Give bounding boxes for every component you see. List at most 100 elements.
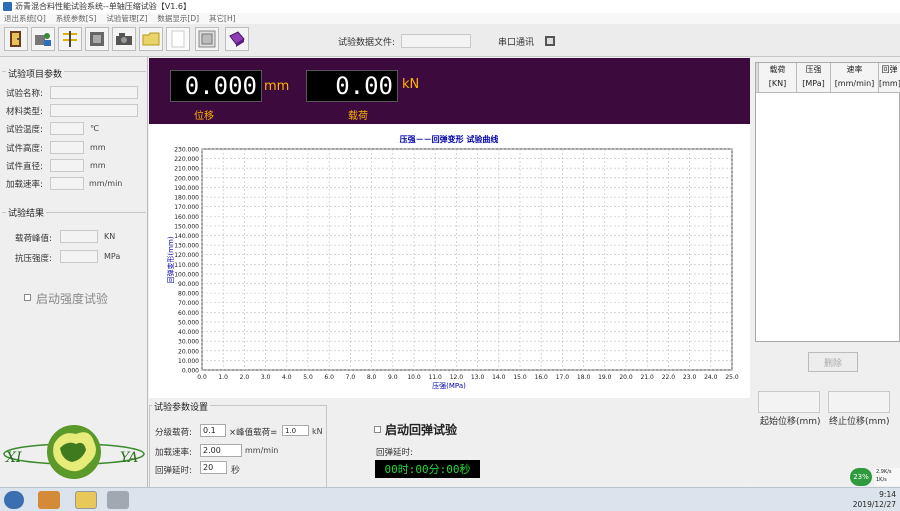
y-tick-label: 100.000 [174,271,199,278]
taskbar-media-icon[interactable] [38,491,60,509]
system-clock[interactable]: 9:14 2019/12/27 [853,490,896,510]
load-rate-unit: mm/min [89,179,123,188]
start-position-field[interactable] [758,391,820,413]
step-peak-label: ×峰值载荷= [229,428,278,438]
displacement-display: 0.000 [170,70,262,102]
new-file-icon[interactable] [166,27,190,51]
load-unit: kN [402,77,420,92]
x-tick-label: 16.0 [535,374,549,381]
step-load-stepper[interactable]: 0.1 [200,424,226,437]
params-title: 试验项目参数 [6,67,65,80]
field-label-temp: 试验温度: [6,125,43,135]
menu-bar: 退出系统[Q] 系统参数[S] 试验管理[Z] 数据显示[D] 其它[H] [0,13,900,24]
col-rate[interactable]: 速率 [mm/min] [831,63,879,93]
start-button-icon[interactable] [4,491,24,509]
rebound-test-label[interactable]: 启动回弹试验 [385,421,457,438]
logo-right-text: YA [120,450,138,466]
x-tick-label: 8.0 [367,374,377,381]
menu-other[interactable]: 其它[H] [209,13,236,24]
col-pressure-unit: [MPa] [802,79,825,88]
y-tick-label: 220.000 [174,156,199,163]
step-result-field[interactable]: 1.0 [282,425,309,436]
step-load-label: 分级载荷: [155,428,192,438]
logo-left-text: XI [5,450,22,466]
x-tick-label: 23.0 [683,374,697,381]
strength-test-checkbox[interactable] [24,294,31,301]
report-icon[interactable] [195,27,219,51]
col-rebound-name: 回弹 [881,65,898,74]
y-tick-label: 150.000 [174,223,199,230]
peak-load-value [60,230,98,243]
delay-unit: 秒 [231,466,241,476]
taskbar-app-icon[interactable] [107,491,129,509]
col-rate-unit: [mm/min] [834,79,875,88]
x-tick-label: 1.0 [218,374,228,381]
loading-frame-icon[interactable] [58,27,82,51]
diameter-input[interactable] [50,159,84,172]
machine-icon[interactable] [85,27,109,51]
menu-system-params[interactable]: 系统参数[S] [56,13,97,24]
settings-title: 试验参数设置 [152,400,211,413]
delay-label: 回弹延时: [155,466,192,476]
rebound-test-checkbox[interactable] [374,426,381,433]
delete-button[interactable]: 删除 [808,352,858,372]
x-tick-label: 4.0 [282,374,292,381]
plot-frame [201,148,733,371]
app-icon [3,2,12,11]
displacement-caption: 位移 [194,111,214,122]
load-rate-input[interactable] [50,177,84,190]
chart-title: 压强－－回弹变形 试验曲线 [400,134,499,144]
y-tick-label: 210.000 [174,166,199,173]
equipment-icon[interactable] [112,27,136,51]
results-title: 试验结果 [6,206,47,219]
taskbar-explorer-icon[interactable] [75,491,97,509]
menu-test-manage[interactable]: 试验管理[Z] [106,13,147,24]
col-pressure[interactable]: 压强 [MPa] [797,63,831,93]
step-unit: kN [312,427,323,436]
x-axis-label: 压强(MPa) [432,382,466,390]
help-book-icon[interactable] [225,27,249,51]
temperature-input[interactable] [50,122,84,135]
material-input[interactable] [50,104,138,117]
rate-label: 加载速率: [155,448,192,458]
menu-exit[interactable]: 退出系统[Q] [4,13,46,24]
y-tick-label: 50.000 [178,319,199,326]
company-logo: XI YA [3,425,145,479]
start-position-label: 起始位移(mm) [760,417,821,427]
y-tick-label: 160.000 [174,214,199,221]
strength-test-label[interactable]: 启动强度试验 [36,290,108,307]
field-label-diameter: 试件直径: [6,162,43,172]
y-tick-label: 40.000 [178,329,199,336]
folder-icon[interactable] [139,27,163,51]
displacement-unit: mm [264,79,290,94]
y-tick-label: 60.000 [178,310,199,317]
serial-checkbox[interactable] [545,36,555,46]
y-tick-label: 70.000 [178,300,199,307]
delay-stepper[interactable]: 20 [200,461,227,474]
menu-data-display[interactable]: 数据显示[D] [157,13,199,24]
data-file-field[interactable] [401,34,471,48]
height-input[interactable] [50,141,84,154]
x-tick-label: 3.0 [261,374,271,381]
col-rate-name: 速率 [846,65,863,74]
end-position-field[interactable] [828,391,890,413]
temperature-unit: ℃ [90,124,99,133]
serial-label: 串口通讯 [498,38,535,48]
col-rebound[interactable]: 回弹 [mm] [879,63,900,93]
y-tick-label: 80.000 [178,291,199,298]
y-tick-label: 140.000 [174,233,199,240]
col-load[interactable]: 载荷 [KN] [759,63,797,93]
x-tick-label: 21.0 [641,374,655,381]
height-unit: mm [90,143,106,152]
settings-people-icon[interactable] [31,27,55,51]
exit-door-icon[interactable] [4,27,28,51]
rate-input[interactable]: 2.00 [200,444,242,457]
x-tick-label: 12.0 [450,374,464,381]
x-tick-label: 7.0 [346,374,356,381]
x-tick-label: 18.0 [577,374,591,381]
x-tick-label: 22.0 [662,374,676,381]
test-name-input[interactable] [50,86,138,99]
data-file-label: 试验数据文件: [338,38,396,48]
x-tick-label: 10.0 [407,374,421,381]
col-pressure-name: 压强 [805,65,822,74]
